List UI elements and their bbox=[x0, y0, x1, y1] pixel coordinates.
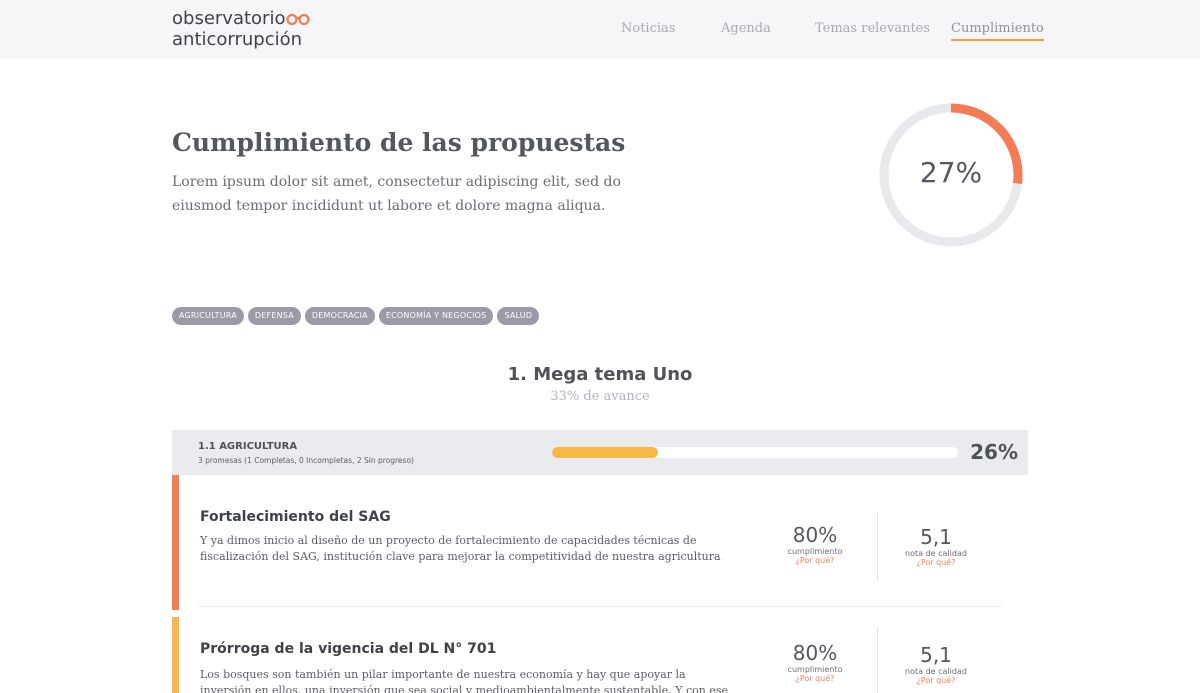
cumplimiento-why-link[interactable]: ¿Por qué? bbox=[760, 556, 870, 565]
category-progress-fill bbox=[552, 447, 658, 458]
active-nav-underline bbox=[951, 39, 1044, 41]
cumplimiento-why-link[interactable]: ¿Por qué? bbox=[760, 674, 870, 683]
calidad-label: nota de calidad bbox=[905, 549, 967, 558]
nav-item-cumplimiento[interactable]: Cumplimiento bbox=[951, 21, 1044, 41]
category-summary: 3 promesas (1 Completas, 0 Incompletas, … bbox=[198, 456, 414, 465]
cumplimiento-metric: 80% cumplimiento ¿Por qué? bbox=[760, 523, 870, 565]
calidad-why-link[interactable]: ¿Por qué? bbox=[881, 676, 991, 685]
calidad-label: nota de calidad bbox=[905, 667, 967, 676]
nav-item-temas-relevantes[interactable]: Temas relevantes bbox=[815, 21, 930, 36]
tag-salud[interactable]: Salud bbox=[497, 307, 540, 325]
cumplimiento-metric: 80% cumplimiento ¿Por qué? bbox=[760, 641, 870, 683]
calidad-why-link[interactable]: ¿Por qué? bbox=[881, 558, 991, 567]
calidad-value: 5,1 bbox=[920, 643, 952, 667]
item-separator bbox=[198, 606, 1002, 607]
tag-economia-y-negocios[interactable]: Economía y Negocios bbox=[378, 307, 494, 325]
category-header[interactable]: 1.1 AGRICULTURA 3 promesas (1 Completas,… bbox=[172, 430, 1028, 475]
calidad-metric: 5,1 nota de calidad ¿Por qué? bbox=[881, 525, 991, 567]
tag-agricultura[interactable]: Agricultura bbox=[172, 307, 244, 325]
category-progress-track bbox=[552, 447, 958, 458]
page-title: Cumplimiento de las propuestas bbox=[172, 128, 626, 157]
main-nav: Noticias Agenda Temas relevantes Cumplim… bbox=[0, 21, 1200, 43]
category-title: 1.1 AGRICULTURA bbox=[198, 441, 298, 452]
mega-topic-title: 1. Mega tema Uno bbox=[507, 364, 693, 385]
site-header: observatorio anticorrupción Noticias Age… bbox=[0, 0, 1200, 58]
tag-defensa[interactable]: Defensa bbox=[247, 307, 301, 325]
promise-description: Y ya dimos inicio al diseño de un proyec… bbox=[200, 534, 721, 563]
promise-title: Prórroga de la vigencia del DL N° 701 bbox=[200, 641, 497, 657]
topic-tags: Agricultura Defensa Democracia Economía … bbox=[172, 307, 540, 325]
cumplimiento-label: cumplimiento bbox=[787, 665, 843, 674]
metric-divider bbox=[877, 513, 878, 581]
calidad-value: 5,1 bbox=[920, 525, 952, 549]
nav-item-noticias[interactable]: Noticias bbox=[621, 21, 675, 36]
promise-status-accent bbox=[172, 617, 179, 693]
tag-democracia[interactable]: Democracia bbox=[304, 307, 375, 325]
metric-divider bbox=[877, 627, 878, 693]
cumplimiento-value: 80% bbox=[792, 641, 838, 665]
mega-topic-progress: 33% de avance bbox=[550, 389, 650, 404]
overall-progress-value: 27% bbox=[919, 156, 983, 189]
promise-item: Fortalecimiento del SAG Y ya dimos inici… bbox=[172, 475, 1028, 610]
promise-item: Prórroga de la vigencia del DL N° 701 Lo… bbox=[172, 617, 1028, 693]
promise-status-accent bbox=[172, 475, 179, 610]
promise-title: Fortalecimiento del SAG bbox=[200, 509, 391, 525]
category-progress-value: 26% bbox=[970, 440, 1018, 464]
nav-item-agenda[interactable]: Agenda bbox=[721, 21, 771, 36]
nav-item-cumplimiento-label: Cumplimiento bbox=[951, 21, 1044, 36]
promise-description: Los bosques son también un pilar importa… bbox=[200, 668, 729, 693]
cumplimiento-value: 80% bbox=[792, 523, 838, 547]
page-description: Lorem ipsum dolor sit amet, consectetur … bbox=[172, 174, 621, 214]
calidad-metric: 5,1 nota de calidad ¿Por qué? bbox=[881, 643, 991, 685]
cumplimiento-label: cumplimiento bbox=[787, 547, 843, 556]
